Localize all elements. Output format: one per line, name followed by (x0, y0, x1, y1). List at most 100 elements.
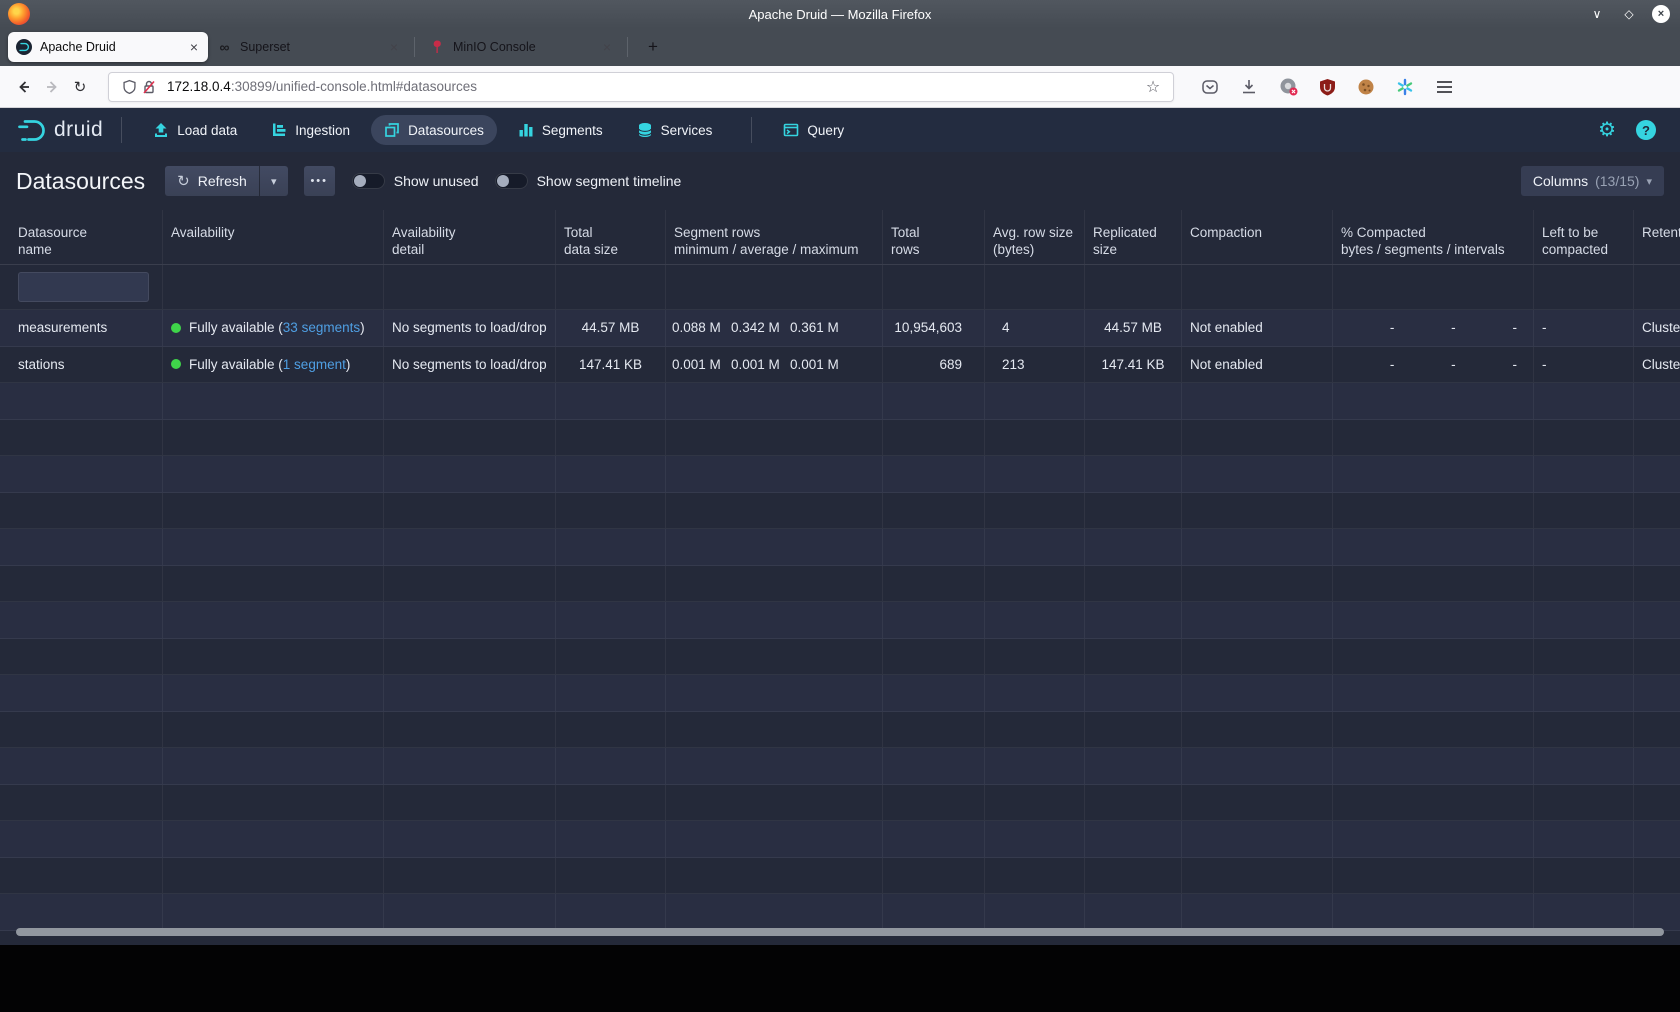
tab-close-icon[interactable]: × (601, 39, 613, 55)
horizontal-scrollbar[interactable] (16, 928, 1664, 936)
column-header-size[interactable]: Total data size (556, 210, 666, 264)
empty-cell (0, 639, 163, 675)
empty-cell (985, 529, 1085, 565)
nav-label: Load data (177, 123, 237, 138)
datasource-name-filter-input[interactable] (18, 272, 149, 302)
nav-services[interactable]: Services (624, 115, 726, 145)
empty-cell (883, 602, 985, 638)
empty-cell (883, 748, 985, 784)
refresh-dropdown-caret[interactable]: ▾ (259, 166, 288, 196)
ublock-icon[interactable] (1317, 77, 1337, 97)
empty-cell (0, 894, 163, 930)
empty-cell (1085, 639, 1182, 675)
column-header-retention[interactable]: Retention (1634, 210, 1680, 264)
pinwheel-extension-icon[interactable] (1395, 77, 1415, 97)
empty-cell (666, 785, 883, 821)
empty-cell (1085, 712, 1182, 748)
empty-cell (985, 383, 1085, 419)
empty-cell (1182, 383, 1333, 419)
column-header-segrows[interactable]: Segment rows minimum / average / maximum (666, 210, 883, 264)
tab-apache-druid[interactable]: Apache Druid × (8, 32, 208, 62)
empty-cell (1333, 821, 1534, 857)
segments-link[interactable]: 33 segments (283, 320, 360, 335)
column-header-repl[interactable]: Replicated size (1085, 210, 1182, 264)
tab-superset[interactable]: ∞ Superset × (208, 32, 408, 62)
shield-icon[interactable] (119, 77, 139, 97)
column-header-detail[interactable]: Availability detail (384, 210, 556, 264)
empty-cell (985, 493, 1085, 529)
show-unused-toggle[interactable] (352, 173, 385, 189)
new-tab-button[interactable]: + (640, 34, 666, 60)
column-header-compaction[interactable]: Compaction (1182, 210, 1333, 264)
tab-label: Superset (240, 40, 388, 54)
column-header-avg[interactable]: Avg. row size (bytes) (985, 210, 1085, 264)
refresh-button[interactable]: ↻ Refresh (165, 166, 259, 196)
column-header-rows[interactable]: Total rows (883, 210, 985, 264)
download-icon[interactable] (1239, 77, 1259, 97)
show-segment-timeline-toggle[interactable] (495, 173, 528, 189)
column-header-left[interactable]: Left to be compacted (1534, 210, 1634, 264)
tab-minio[interactable]: MinIO Console × (421, 32, 621, 62)
empty-cell (0, 858, 163, 894)
nav-segments[interactable]: Segments (505, 115, 616, 145)
empty-cell (985, 420, 1085, 456)
empty-row (0, 639, 1680, 676)
close-icon[interactable]: × (1652, 5, 1670, 23)
empty-cell (1534, 748, 1634, 784)
forward-button[interactable] (38, 73, 66, 101)
url-bar[interactable]: 172.18.0.4:30899/unified-console.html#da… (108, 72, 1174, 102)
empty-cell (1182, 821, 1333, 857)
segment-rows-value: 0.001 M (790, 357, 849, 372)
maximize-diamond-icon[interactable]: ◇ (1620, 5, 1638, 23)
empty-cell (1634, 894, 1680, 930)
more-actions-button[interactable]: ••• (304, 166, 335, 196)
empty-cell (163, 785, 384, 821)
empty-cell (0, 821, 163, 857)
reload-button[interactable]: ↻ (66, 73, 94, 101)
help-icon[interactable]: ? (1636, 120, 1656, 140)
empty-cell (384, 894, 556, 930)
back-button[interactable] (10, 73, 38, 101)
pocket-icon[interactable] (1200, 77, 1220, 97)
empty-cell (1333, 712, 1534, 748)
cookie-extension-icon[interactable] (1356, 77, 1376, 97)
druid-logo[interactable]: druid (16, 117, 103, 144)
cell-compaction: Not enabled (1182, 347, 1333, 383)
lock-crossed-icon[interactable] (139, 77, 159, 97)
empty-cell (163, 420, 384, 456)
columns-button[interactable]: Columns (13/15) ▾ (1521, 166, 1664, 196)
empty-row (0, 748, 1680, 785)
cell-availability: Fully available (1 segment) (163, 347, 384, 383)
cell-name[interactable]: stations (0, 347, 163, 383)
segment-rows-value: 0.342 M (731, 320, 790, 335)
cell-name[interactable]: measurements (0, 310, 163, 346)
toggle-knob (497, 175, 509, 187)
segments-link[interactable]: 1 segment (283, 357, 346, 372)
column-header-pct[interactable]: % Compacted bytes / segments / intervals (1333, 210, 1534, 264)
column-header-availability[interactable]: Availability (163, 210, 384, 264)
empty-cell (666, 821, 883, 857)
nav-query[interactable]: Query (770, 115, 857, 145)
minimize-chevron-icon[interactable]: ∨ (1588, 5, 1606, 23)
tab-close-icon[interactable]: × (388, 39, 400, 55)
empty-cell (384, 456, 556, 492)
empty-row (0, 456, 1680, 493)
empty-row (0, 383, 1680, 420)
menu-icon[interactable] (1434, 77, 1454, 97)
empty-cell (1534, 675, 1634, 711)
tab-close-icon[interactable]: × (188, 39, 200, 55)
bookmark-star-icon[interactable]: ☆ (1143, 77, 1163, 97)
nav-datasources[interactable]: Datasources (371, 115, 497, 145)
nav-load-data[interactable]: Load data (140, 115, 250, 145)
empty-cell (666, 566, 883, 602)
url-path: :30899/unified-console.html#datasources (231, 79, 477, 94)
cell-pct: --- (1333, 347, 1534, 383)
extension-icon[interactable] (1278, 77, 1298, 97)
column-header-name[interactable]: Datasource name (0, 210, 163, 264)
datasources-icon (384, 122, 400, 138)
pct-compacted-value: - (1456, 320, 1517, 335)
gear-icon[interactable]: ⚙ (1598, 120, 1616, 140)
nav-ingestion[interactable]: Ingestion (258, 115, 363, 145)
cell-compaction: Not enabled (1182, 310, 1333, 346)
nav-label: Services (661, 123, 713, 138)
